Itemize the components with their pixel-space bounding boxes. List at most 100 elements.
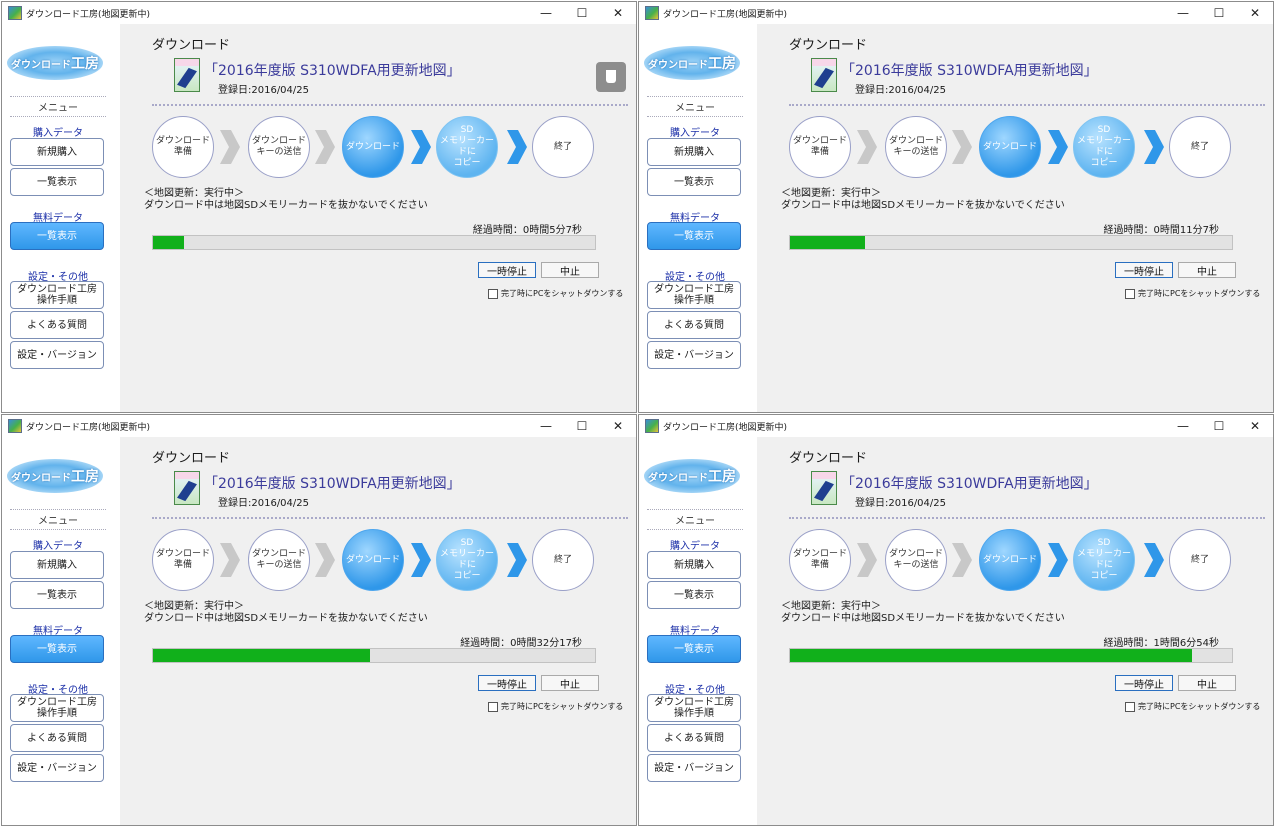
settings-version-button[interactable]: 設定・バージョン — [10, 341, 104, 369]
status-warning: ダウンロード中は地図SDメモリーカードを抜かないでください — [781, 200, 1065, 211]
manual-button[interactable]: ダウンロード工房 操作手順 — [10, 281, 104, 309]
step-label-line1: SD — [460, 125, 474, 135]
stop-button[interactable]: 中止 — [541, 675, 599, 691]
purchase-list-button[interactable]: 一覧表示 — [10, 168, 104, 196]
step-label-line1: ダウンロード — [251, 136, 306, 146]
free-list-button[interactable]: 一覧表示 — [647, 635, 741, 663]
faq-button[interactable]: よくある質問 — [10, 311, 104, 339]
maximize-icon[interactable]: ☐ — [1201, 2, 1237, 24]
free-list-button[interactable]: 一覧表示 — [10, 222, 104, 250]
step-label-line1: ダウンロード — [345, 554, 400, 565]
faq-button[interactable]: よくある質問 — [647, 311, 741, 339]
divider — [152, 517, 628, 519]
shutdown-checkbox[interactable]: 完了時にPCをシャットダウンする — [1125, 701, 1260, 712]
close-icon[interactable]: ✕ — [1237, 415, 1273, 437]
new-purchase-button[interactable]: 新規購入 — [647, 138, 741, 166]
app-logo: ダウンロード 工房 — [644, 46, 740, 80]
manual-button-line2: 操作手順 — [674, 295, 714, 306]
step-1: ダウンロード 準備 — [152, 116, 214, 178]
step-label-line1: SD — [1097, 538, 1111, 548]
window-title: ダウンロード工房(地図更新中) — [663, 9, 788, 20]
free-list-button[interactable]: 一覧表示 — [10, 635, 104, 663]
step-label-line1: 終了 — [1190, 141, 1209, 152]
step-label-line3: コピー — [453, 158, 481, 168]
faq-button[interactable]: よくある質問 — [10, 724, 104, 752]
map-data-icon — [174, 58, 200, 92]
app-icon — [645, 6, 659, 20]
manual-button[interactable]: ダウンロード工房 操作手順 — [647, 694, 741, 722]
download-panel: ダウンロード 「2016年度版 S310WDFA用更新地図」 登録日:2016/… — [757, 24, 1273, 412]
minimize-icon[interactable]: — — [1165, 415, 1201, 437]
step-1: ダウンロード 準備 — [152, 529, 214, 591]
manual-button[interactable]: ダウンロード工房 操作手順 — [10, 694, 104, 722]
window-controls: — ☐ ✕ — [528, 415, 636, 437]
manual-button-line1: ダウンロード工房 — [654, 284, 734, 295]
step-label-line2: メモリーカードに — [439, 549, 494, 570]
new-purchase-button[interactable]: 新規購入 — [647, 551, 741, 579]
pause-button[interactable]: 一時停止 — [478, 262, 536, 278]
step-label-line1: ダウンロード — [982, 554, 1037, 565]
map-data-icon — [174, 471, 200, 505]
progress-bar — [152, 648, 596, 663]
step-label-line1: SD — [1097, 125, 1111, 135]
progress-fill — [790, 649, 1193, 662]
shutdown-checkbox-label: 完了時にPCをシャットダウンする — [501, 702, 624, 711]
purchase-list-button[interactable]: 一覧表示 — [10, 581, 104, 609]
step-label-line2: 準備 — [173, 560, 192, 570]
shutdown-checkbox-label: 完了時にPCをシャットダウンする — [501, 289, 624, 298]
page-title: ダウンロード — [152, 451, 231, 466]
maximize-icon[interactable]: ☐ — [564, 2, 600, 24]
logo-text: ダウンロード — [648, 59, 708, 71]
step-arrow-icon — [857, 130, 877, 164]
stop-button[interactable]: 中止 — [1178, 262, 1236, 278]
settings-version-button[interactable]: 設定・バージョン — [647, 341, 741, 369]
elapsed-time: 経過時間：0時間32分17秒 — [460, 638, 582, 649]
window-title: ダウンロード工房(地図更新中) — [26, 422, 151, 433]
shutdown-checkbox[interactable]: 完了時にPCをシャットダウンする — [488, 701, 623, 712]
settings-version-button[interactable]: 設定・バージョン — [10, 754, 104, 782]
usb-icon[interactable] — [596, 62, 626, 92]
free-list-button[interactable]: 一覧表示 — [647, 222, 741, 250]
minimize-icon[interactable]: — — [528, 2, 564, 24]
pause-button[interactable]: 一時停止 — [478, 675, 536, 691]
minimize-icon[interactable]: — — [1165, 2, 1201, 24]
checkbox-box[interactable] — [488, 288, 498, 299]
minimize-icon[interactable]: — — [528, 415, 564, 437]
manual-button[interactable]: ダウンロード工房 操作手順 — [647, 281, 741, 309]
new-purchase-button[interactable]: 新規購入 — [10, 138, 104, 166]
shutdown-checkbox[interactable]: 完了時にPCをシャットダウンする — [488, 288, 623, 299]
window-controls: — ☐ ✕ — [528, 2, 636, 24]
close-icon[interactable]: ✕ — [1237, 2, 1273, 24]
step-5: 終了 — [1169, 529, 1231, 591]
logo-text: ダウンロード — [11, 472, 71, 484]
map-icon-label — [175, 472, 199, 479]
checkbox-box[interactable] — [1125, 701, 1135, 712]
maximize-icon[interactable]: ☐ — [564, 415, 600, 437]
stop-button[interactable]: 中止 — [1178, 675, 1236, 691]
checkbox-box[interactable] — [1125, 288, 1135, 299]
purchase-list-button[interactable]: 一覧表示 — [647, 168, 741, 196]
step-label-line3: コピー — [453, 571, 481, 581]
maximize-icon[interactable]: ☐ — [1201, 415, 1237, 437]
pause-button[interactable]: 一時停止 — [1115, 675, 1173, 691]
purchase-list-button[interactable]: 一覧表示 — [647, 581, 741, 609]
checkbox-box[interactable] — [488, 701, 498, 712]
pause-button[interactable]: 一時停止 — [1115, 262, 1173, 278]
divider — [789, 104, 1265, 106]
stop-button[interactable]: 中止 — [541, 262, 599, 278]
app-icon — [645, 419, 659, 433]
new-purchase-button[interactable]: 新規購入 — [10, 551, 104, 579]
close-icon[interactable]: ✕ — [600, 2, 636, 24]
title-bar: ダウンロード工房(地図更新中) — ☐ ✕ — [2, 2, 636, 24]
shutdown-checkbox[interactable]: 完了時にPCをシャットダウンする — [1125, 288, 1260, 299]
step-arrow-icon — [220, 130, 240, 164]
settings-version-button[interactable]: 設定・バージョン — [647, 754, 741, 782]
map-data-title: 「2016年度版 S310WDFA用更新地図」 — [204, 476, 461, 492]
purchase-data-label: 購入データ — [33, 128, 83, 139]
close-icon[interactable]: ✕ — [600, 415, 636, 437]
logo-text-big: 工房 — [71, 469, 99, 485]
step-4: SD メモリーカードに コピー — [436, 116, 498, 178]
step-label-line1: ダウンロード — [888, 549, 943, 559]
step-1: ダウンロード 準備 — [789, 116, 851, 178]
faq-button[interactable]: よくある質問 — [647, 724, 741, 752]
